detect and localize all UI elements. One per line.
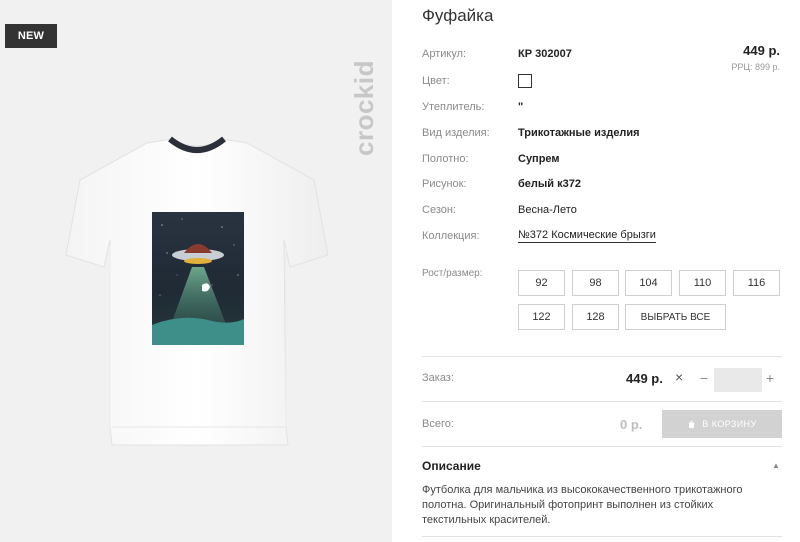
cart-icon — [689, 420, 695, 428]
insulation-value: " — [518, 101, 524, 113]
product-image-panel[interactable]: NEW crockid — [0, 0, 392, 542]
attr-row-kind: Вид изделия: Трикотажные изделия — [422, 123, 640, 143]
product-price: 449 р. — [743, 43, 780, 58]
size-button-98[interactable]: 98 — [572, 270, 619, 296]
fabric-label: Полотно: — [422, 153, 469, 165]
print-value: белый к372 — [518, 178, 581, 190]
quantity-input[interactable] — [714, 368, 762, 392]
color-label: Цвет: — [422, 75, 450, 87]
tshirt-image — [65, 136, 329, 446]
attr-row-insulation: Утеплитель: " — [422, 97, 523, 117]
article-value: КР 302007 — [518, 48, 572, 60]
attr-row-article: Артикул: КР 302007 — [422, 44, 572, 64]
kind-label: Вид изделия: — [422, 127, 490, 139]
product-title: Фуфайка — [422, 6, 494, 25]
quantity-decrement-button[interactable]: − — [697, 370, 711, 386]
chevron-up-icon[interactable]: ▲ — [772, 461, 780, 470]
times-icon: × — [675, 369, 684, 385]
article-label: Артикул: — [422, 48, 467, 60]
order-label: Заказ: — [422, 372, 454, 384]
collection-link[interactable]: №372 Космические брызги — [518, 229, 656, 243]
new-badge: NEW — [5, 24, 57, 48]
total-label: Всего: — [422, 418, 454, 430]
select-all-sizes-button[interactable]: ВЫБРАТЬ ВСЕ — [625, 304, 726, 330]
kind-value: Трикотажные изделия — [518, 127, 640, 139]
attr-row-fabric: Полотно: Супрем — [422, 149, 560, 169]
season-label: Сезон: — [422, 204, 456, 216]
color-swatch-white[interactable] — [518, 74, 532, 88]
quantity-increment-button[interactable]: + — [763, 370, 777, 386]
add-to-cart-label: В КОРЗИНУ — [702, 419, 757, 429]
print-label: Рисунок: — [422, 178, 467, 190]
description-text: Футболка для мальчика из высококачествен… — [422, 484, 743, 526]
size-button-104[interactable]: 104 — [625, 270, 672, 296]
collection-label: Коллекция: — [422, 230, 480, 242]
fabric-value: Супрем — [518, 153, 560, 165]
divider — [422, 401, 782, 402]
divider — [422, 356, 782, 357]
divider — [422, 446, 782, 447]
attr-row-season: Сезон: Весна-Лето — [422, 200, 577, 220]
attr-row-color: Цвет: — [422, 71, 532, 91]
attr-row-print: Рисунок: белый к372 — [422, 174, 581, 194]
attr-row-collection: Коллекция: №372 Космические брызги — [422, 226, 656, 246]
size-button-122[interactable]: 122 — [518, 304, 565, 330]
total-value: 0 р. — [620, 417, 643, 432]
add-to-cart-button[interactable]: В КОРЗИНУ — [662, 410, 782, 438]
description-heading[interactable]: Описание — [422, 459, 481, 473]
size-button-110[interactable]: 110 — [679, 270, 726, 296]
recommended-retail-price: РРЦ: 899 р. — [731, 62, 780, 72]
insulation-label: Утеплитель: — [422, 101, 485, 113]
order-unit-price: 449 р. — [626, 371, 663, 386]
size-label: Рост/размер: — [422, 268, 483, 279]
brand-logo: crockid — [349, 60, 379, 156]
size-button-116[interactable]: 116 — [733, 270, 780, 296]
size-button-128[interactable]: 128 — [572, 304, 619, 330]
divider — [422, 536, 782, 537]
size-button-92[interactable]: 92 — [518, 270, 565, 296]
season-value: Весна-Лето — [518, 204, 577, 216]
brand-logo-text: crockid — [349, 60, 379, 156]
